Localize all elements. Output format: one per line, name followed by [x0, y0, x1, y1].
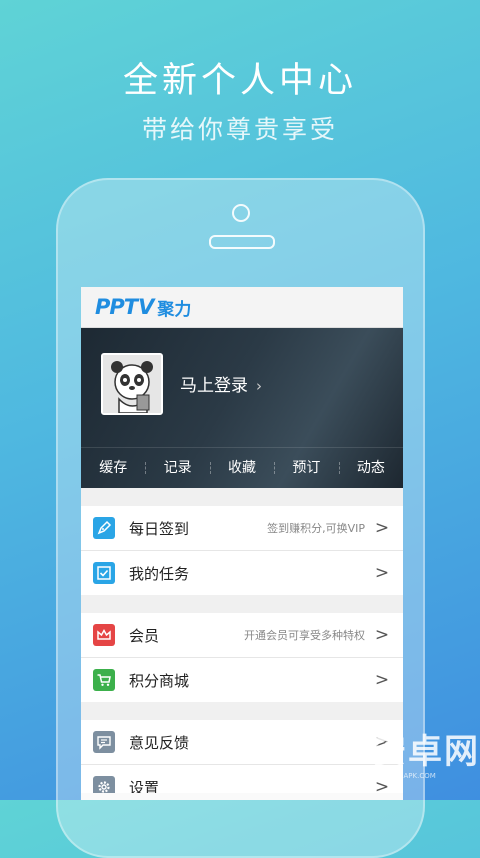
tab-reservations[interactable]: 预订 [274, 448, 338, 488]
menu-item-points-mall[interactable]: 积分商城 > [81, 658, 403, 702]
watermark-url: WWW.HIAPK.COM [374, 772, 436, 780]
menu-label: 积分商城 [129, 671, 190, 690]
chevron-right-icon: > [374, 670, 390, 690]
hero-subtitle: 带给你尊贵享受 [141, 115, 338, 144]
section-gap [81, 488, 403, 506]
pptv-logo: PP TV 聚力 [95, 295, 191, 320]
phone-speaker [209, 235, 275, 249]
tab-feed[interactable]: 动态 [338, 448, 403, 488]
chevron-right-icon: › [256, 377, 262, 395]
menu-item-membership[interactable]: 会员 开通会员可享受多种特权 > [81, 613, 403, 658]
bottom-nav-bar[interactable] [81, 793, 403, 800]
watermark-logo: 安卓网 WWW.HIAPK.COM [372, 724, 480, 800]
panda-avatar-icon [103, 355, 161, 414]
tab-cache[interactable]: 缓存 [81, 448, 145, 488]
chevron-right-icon: > [374, 563, 390, 583]
chevron-right-icon: > [374, 625, 390, 645]
tab-favorites[interactable]: 收藏 [209, 448, 274, 488]
menu-hint: 开通会员可享受多种特权 [244, 629, 365, 642]
app-screen: PP TV 聚力 马上登录 › 缓存 记录 收藏 预订 动态 每日签到 签到赚积… [81, 287, 403, 800]
menu-item-daily-checkin[interactable]: 每日签到 签到赚积分,可换VIP > [81, 506, 403, 551]
app-header: PP TV 聚力 [81, 287, 403, 328]
menu-group-1: 每日签到 签到赚积分,可换VIP > 我的任务 > [81, 506, 403, 595]
logo-tv: TV [123, 295, 155, 319]
profile-tabs: 缓存 记录 收藏 预订 动态 [81, 447, 403, 488]
feedback-icon [93, 731, 115, 753]
menu-label: 会员 [129, 626, 160, 645]
hero-title: 全新个人中心 [122, 61, 357, 101]
menu-label: 意见反馈 [129, 733, 190, 752]
login-link[interactable]: 马上登录 › [180, 371, 262, 396]
crown-icon [93, 624, 115, 646]
menu-group-2: 会员 开通会员可享受多种特权 > 积分商城 > [81, 613, 403, 702]
logo-name: 聚力 [157, 299, 192, 320]
avatar[interactable] [101, 353, 163, 415]
watermark-text: 安卓网 [372, 732, 480, 772]
menu-label: 每日签到 [129, 519, 190, 538]
login-label: 马上登录 [180, 376, 248, 396]
menu-label: 我的任务 [129, 564, 190, 583]
checkbox-task-icon [93, 562, 115, 584]
cart-icon [93, 669, 115, 691]
menu-item-my-tasks[interactable]: 我的任务 > [81, 551, 403, 595]
menu-group-3: 意见反馈 > 设置 > [81, 720, 403, 800]
section-gap [81, 702, 403, 720]
phone-camera [232, 204, 250, 222]
section-gap [81, 595, 403, 613]
menu-hint: 签到赚积分,可换VIP [267, 522, 365, 535]
logo-pp: PP [95, 295, 125, 319]
profile-panel: 马上登录 › 缓存 记录 收藏 预订 动态 [81, 328, 403, 488]
menu-item-feedback[interactable]: 意见反馈 > [81, 720, 403, 765]
chevron-right-icon: > [374, 518, 390, 538]
pen-sign-icon [93, 517, 115, 539]
tab-history[interactable]: 记录 [145, 448, 209, 488]
